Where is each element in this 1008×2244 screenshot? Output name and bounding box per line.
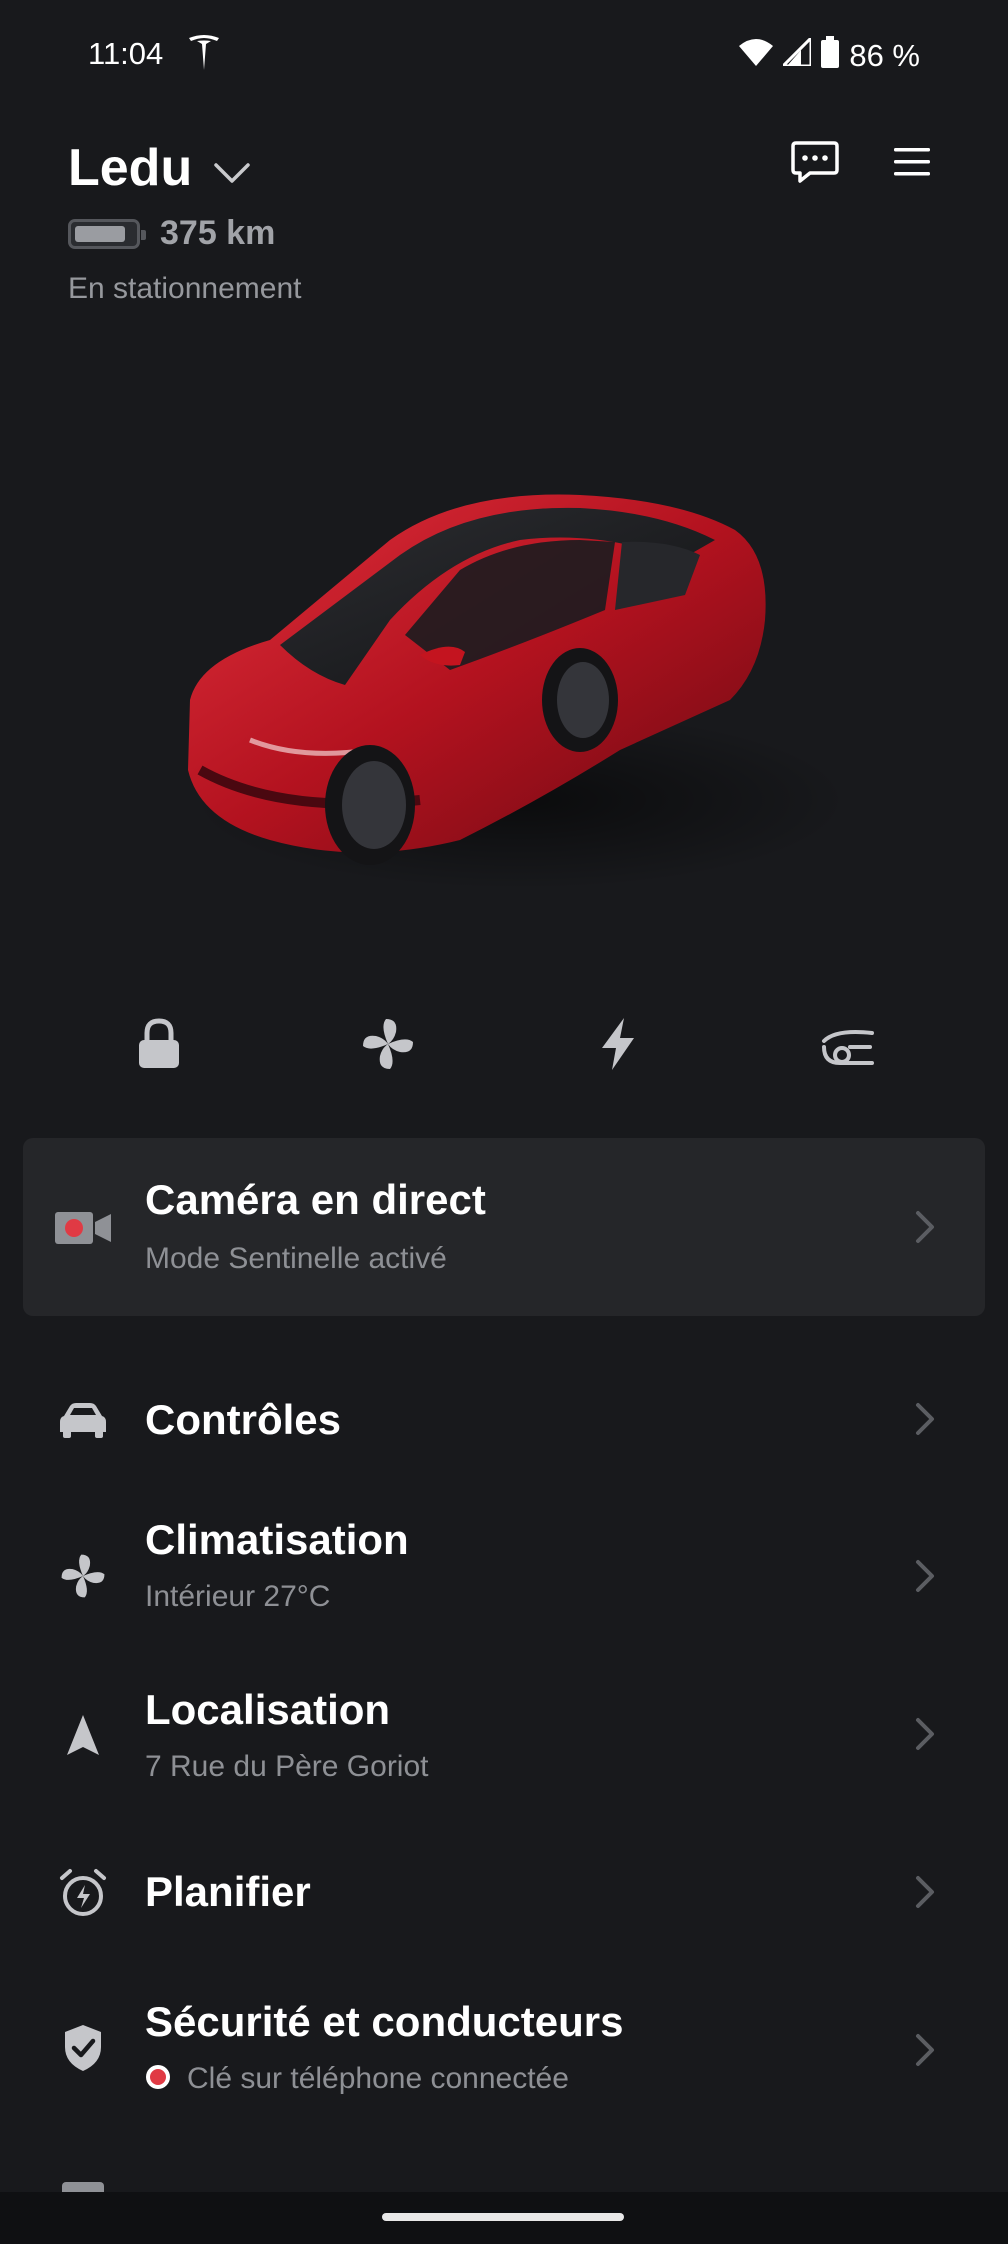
phone-key-status: Clé sur téléphone connectée [187,2062,569,2095]
battery-percent: 86 % [849,38,920,73]
tesla-logo-icon [186,32,222,72]
signal-icon [779,34,813,74]
park-status: En stationnement [68,272,302,305]
charge-quick-button[interactable] [582,1010,654,1082]
vehicle-name: Ledu [68,139,193,197]
fan-icon [55,1548,111,1604]
chevron-down-icon [212,138,252,198]
fan-icon [360,1016,416,1077]
menu-icon[interactable] [890,140,940,184]
bolt-icon [598,1016,638,1077]
climate-quick-button[interactable] [352,1010,424,1082]
climate-title: Climatisation [145,1516,409,1563]
climate-subtitle: Intérieur 27°C [145,1580,331,1613]
controls-title: Contrôles [145,1396,342,1443]
home-gesture-handle[interactable] [382,2213,624,2221]
schedule-title: Planifier [145,1868,311,1915]
battery-icon [821,36,840,76]
security-title: Sécurité et conducteurs [145,1998,624,2045]
range-indicator: 375 km [68,214,275,253]
next-row-icon [62,2182,104,2192]
status-dot-icon [145,2064,171,2090]
frunk-icon [820,1019,876,1074]
status-time: 11:04 [88,36,164,71]
location-address: 7 Rue du Père Goriot [145,1750,429,1783]
live-camera-title: Caméra en direct [145,1176,486,1223]
chevron-right-icon [910,1399,940,1439]
range-text: 375 km [160,214,276,252]
lock-button[interactable] [123,1010,195,1082]
chevron-right-icon [910,1207,940,1247]
chevron-right-icon [910,2030,940,2070]
vehicle-selector[interactable]: Ledu [68,138,252,198]
battery-level-fill [75,225,125,242]
vehicle-image [160,470,880,910]
trunk-quick-button[interactable] [812,1010,884,1082]
sentinel-status: Mode Sentinelle activé [145,1242,447,1275]
messages-icon[interactable] [790,140,840,184]
status-icons: 86 % [739,34,920,76]
wifi-icon [739,38,774,74]
chevron-right-icon [910,1872,940,1912]
lock-icon [136,1017,182,1075]
location-title: Localisation [145,1686,391,1733]
navigation-arrow-icon [55,1707,111,1763]
car-icon [55,1392,111,1448]
chevron-right-icon [910,1714,940,1754]
camera-icon [55,1200,111,1256]
alarm-clock-icon [55,1865,111,1921]
battery-level-bar [68,218,146,249]
live-camera-card[interactable] [23,1138,985,1316]
shield-check-icon [55,2020,111,2076]
chevron-right-icon [910,1556,940,1596]
